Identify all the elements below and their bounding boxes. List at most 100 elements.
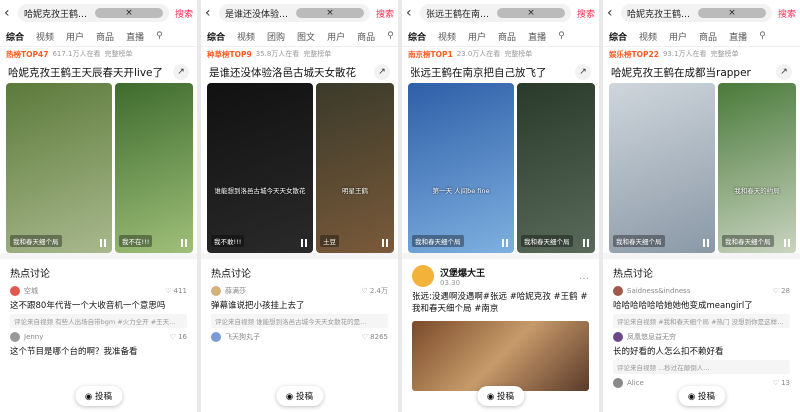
pause-icon[interactable] <box>100 239 106 247</box>
avatar[interactable] <box>613 332 623 342</box>
tab-1[interactable]: 视频 <box>639 30 657 43</box>
search-input[interactable]: 张远王鹤在南京把自己放飞了× <box>420 4 571 22</box>
comment-item[interactable]: Jenny ♡ 16 这个节目是哪个台的啊？我准备看 <box>0 330 197 362</box>
tab-3[interactable]: 商品 <box>498 30 516 43</box>
search-input[interactable]: 哈妮克孜王鹤在成都当rapper× <box>621 4 772 22</box>
avatar[interactable] <box>10 286 20 296</box>
full-ranking-link[interactable]: 完整榜单 <box>104 49 132 59</box>
avatar[interactable] <box>211 286 221 296</box>
back-icon[interactable]: ‹ <box>406 5 420 21</box>
search-input[interactable]: 哈妮克孜王鹤王天辰春天开live了× <box>18 4 169 22</box>
tab-0[interactable]: 综合 <box>6 30 24 43</box>
comment-item[interactable]: 薛满莎 ♡ 2.4万 弹幕谁说把小孩挂上去了 评论来自视频 谁能想到洛邑古城今天天女散… <box>201 284 398 330</box>
tab-5[interactable]: 商品 <box>357 30 375 43</box>
video-card[interactable]: 谁能想到洛邑古城今天天女散花 我不敢!!! <box>207 83 313 253</box>
post-button[interactable]: ◉ 投稿 <box>677 386 726 406</box>
comment-source[interactable]: 评论来自视频 ...秒过在颠倒人... <box>613 360 790 374</box>
filter-icon[interactable]: ⚲ <box>558 31 565 41</box>
rank-badge[interactable]: 娱乐榜TOP22 <box>609 49 659 60</box>
post-button[interactable]: ◉ 投稿 <box>476 386 525 406</box>
like-count[interactable]: ♡ 2.4万 <box>361 286 388 296</box>
pause-icon[interactable] <box>301 239 307 247</box>
comment-username[interactable]: 薛满莎 <box>225 286 246 296</box>
share-icon[interactable]: ↗ <box>776 64 792 80</box>
comment-item[interactable]: 飞天狗丸子 ♡ 8265 <box>201 330 398 344</box>
comment-source[interactable]: 评论来自视频 谁能想到洛邑古城今天天女散花的是... <box>211 314 388 328</box>
back-icon[interactable]: ‹ <box>607 5 621 21</box>
avatar[interactable] <box>10 332 20 342</box>
tab-1[interactable]: 视频 <box>36 30 54 43</box>
filter-icon[interactable]: ⚲ <box>156 31 163 41</box>
video-card[interactable]: 我和春天细个局 <box>6 83 112 253</box>
pause-icon[interactable] <box>382 239 388 247</box>
search-button[interactable]: 搜索 <box>376 7 394 20</box>
video-card[interactable]: 我和春天细个局 <box>609 83 715 253</box>
tab-0[interactable]: 综合 <box>609 30 627 43</box>
article-image[interactable] <box>412 321 589 391</box>
rank-badge[interactable]: 热榜TOP47 <box>6 49 48 60</box>
topic-title[interactable]: 张远王鹤在南京把自己放飞了 <box>410 65 547 80</box>
share-icon[interactable]: ↗ <box>374 64 390 80</box>
post-button[interactable]: ◉ 投稿 <box>275 386 324 406</box>
pause-icon[interactable] <box>784 239 790 247</box>
comment-username[interactable]: Alice <box>627 379 644 387</box>
comment-source[interactable]: 评论来自视频 #我和春天细个局 #热门 没想到你是这样的... <box>613 314 790 328</box>
post-button[interactable]: ◉ 投稿 <box>74 386 123 406</box>
clear-icon[interactable]: × <box>296 8 364 18</box>
avatar[interactable] <box>613 378 623 388</box>
full-ranking-link[interactable]: 完整榜单 <box>504 49 532 59</box>
like-count[interactable]: ♡ 411 <box>165 287 187 295</box>
clear-icon[interactable]: × <box>698 8 766 18</box>
tab-2[interactable]: 用户 <box>468 30 486 43</box>
tab-4[interactable]: 直播 <box>528 30 546 43</box>
back-icon[interactable]: ‹ <box>4 5 18 21</box>
comment-item[interactable]: 空城 ♡ 411 这不跟80年代背一个大收音机一个意思吗 评论来自视频 有些人出场自带… <box>0 284 197 330</box>
tab-3[interactable]: 图文 <box>297 30 315 43</box>
search-button[interactable]: 搜索 <box>778 7 796 20</box>
article-text[interactable]: 张远:没遇啊没遇啊#张远 #哈妮克孜 #王鹤 #我和春天细个局 #南京 <box>402 289 599 317</box>
comment-username[interactable]: 空城 <box>24 286 38 296</box>
comment-username[interactable]: Saidness&indness <box>627 287 690 295</box>
filter-icon[interactable]: ⚲ <box>387 31 394 41</box>
more-icon[interactable]: … <box>579 271 589 282</box>
video-card[interactable]: 明星王鹤 土豆 <box>316 83 394 253</box>
full-ranking-link[interactable]: 完整榜单 <box>711 49 739 59</box>
search-button[interactable]: 搜索 <box>175 7 193 20</box>
search-input[interactable]: 是谁还没体验洛邑古城天女散花× <box>219 4 370 22</box>
clear-icon[interactable]: × <box>95 8 163 18</box>
tab-1[interactable]: 视频 <box>438 30 456 43</box>
tab-2[interactable]: 团购 <box>267 30 285 43</box>
video-card[interactable]: 我和春天的约局 我和春天细个局 <box>718 83 796 253</box>
like-count[interactable]: ♡ 16 <box>170 333 187 341</box>
clear-icon[interactable]: × <box>497 8 565 18</box>
comment-source[interactable]: 评论来自视频 有些人出场自带bgm #火力全开 #王天... <box>10 314 187 328</box>
back-icon[interactable]: ‹ <box>205 5 219 21</box>
like-count[interactable]: ♡ 8265 <box>362 333 388 341</box>
tab-0[interactable]: 综合 <box>408 30 426 43</box>
topic-title[interactable]: 是谁还没体验洛邑古城天女散花 <box>209 65 356 80</box>
share-icon[interactable]: ↗ <box>173 64 189 80</box>
pause-icon[interactable] <box>502 239 508 247</box>
like-count[interactable]: ♡ 13 <box>773 379 790 387</box>
comment-username[interactable]: 凤凰悠息益无穷 <box>627 332 676 342</box>
tab-4[interactable]: 直播 <box>729 30 747 43</box>
pause-icon[interactable] <box>583 239 589 247</box>
tab-3[interactable]: 商品 <box>96 30 114 43</box>
tab-4[interactable]: 直播 <box>126 30 144 43</box>
video-card[interactable]: 第一天 人间be fine 我和春天细个局 <box>408 83 514 253</box>
avatar[interactable] <box>613 286 623 296</box>
share-icon[interactable]: ↗ <box>575 64 591 80</box>
search-button[interactable]: 搜索 <box>577 7 595 20</box>
video-card[interactable]: 我和春天细个局 <box>517 83 595 253</box>
topic-title[interactable]: 哈妮克孜王鹤王天辰春天开live了 <box>8 65 163 80</box>
pause-icon[interactable] <box>181 239 187 247</box>
comment-item[interactable]: 凤凰悠息益无穷 长的好看的人怎么扣不赖好看 评论来自视频 ...秒过在颠倒人... <box>603 330 800 376</box>
rank-badge[interactable]: 种草榜TOP9 <box>207 49 252 60</box>
rank-badge[interactable]: 南京榜TOP1 <box>408 49 453 60</box>
author-avatar[interactable] <box>412 265 434 287</box>
tab-1[interactable]: 视频 <box>237 30 255 43</box>
pause-icon[interactable] <box>703 239 709 247</box>
tab-0[interactable]: 综合 <box>207 30 225 43</box>
like-count[interactable]: ♡ 28 <box>773 287 790 295</box>
avatar[interactable] <box>211 332 221 342</box>
